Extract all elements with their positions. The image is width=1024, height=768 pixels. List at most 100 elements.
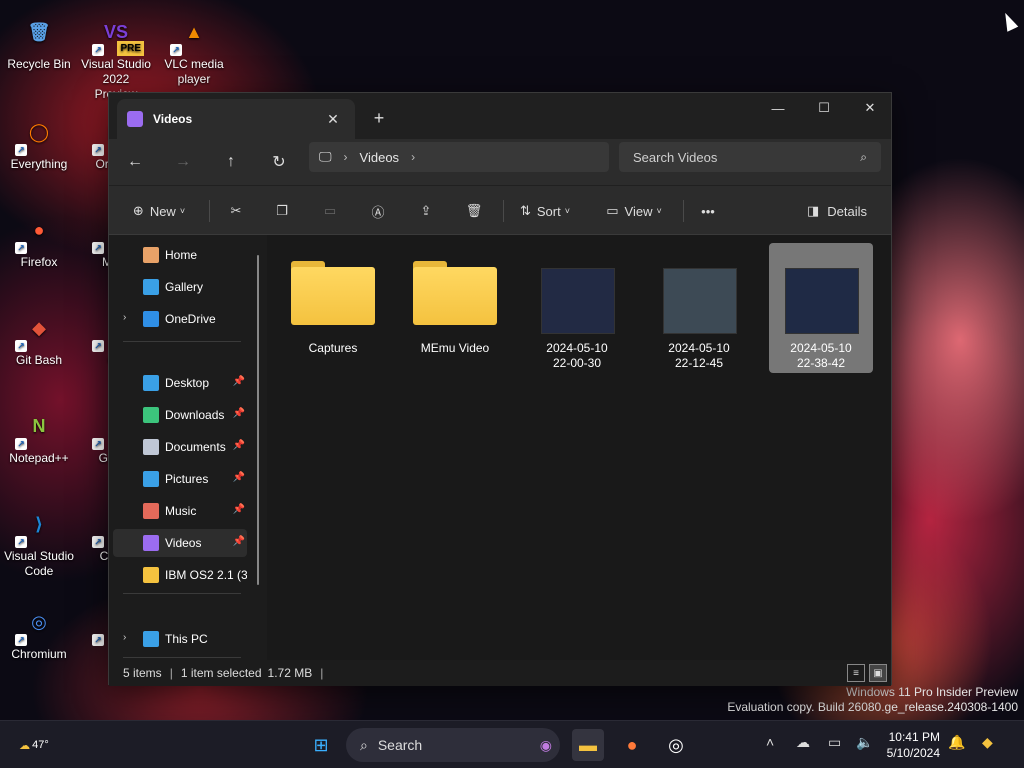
minimize-button[interactable]: — xyxy=(755,93,801,123)
nav-item-videos[interactable]: Videos 📌 xyxy=(113,529,247,557)
clock[interactable]: 10:41 PM 5/10/2024 xyxy=(880,729,940,761)
nav-item-onedrive[interactable]: › OneDrive xyxy=(113,305,247,333)
maximize-button[interactable]: ☐ xyxy=(801,93,847,123)
desktop-icon-firefox[interactable]: ● ↗ Firefox xyxy=(3,208,75,270)
refresh-button[interactable]: ↻ xyxy=(263,147,295,177)
desktop-icon-chromium[interactable]: ◎ ↗ Chromium xyxy=(3,600,75,662)
desktop-icon-label: Recycle Bin xyxy=(7,57,71,71)
everything-icon: ◯ ↗ xyxy=(15,110,61,156)
video-item[interactable]: 2024-05-10 22-00-30 xyxy=(525,243,629,373)
obs-taskbar-button[interactable]: ◎ xyxy=(660,729,692,761)
file-name: 2024-05-10 22-00-30 xyxy=(525,341,629,371)
copilot-icon[interactable]: ◆ xyxy=(982,734,993,751)
pin-icon[interactable]: 📌 xyxy=(233,504,245,515)
title-bar[interactable]: Videos ✕ + — ☐ ✕ xyxy=(109,93,891,139)
address-bar[interactable]: 🖵 › Videos › xyxy=(309,142,609,172)
rename-button[interactable]: Ⓐ xyxy=(363,196,393,226)
view-button[interactable]: ▭ View ˅ xyxy=(601,196,667,226)
nav-item-documents[interactable]: Documents 📌 xyxy=(113,433,247,461)
network-icon[interactable]: ▭ xyxy=(828,734,841,751)
firefox-taskbar-button[interactable]: ● xyxy=(616,729,648,761)
copy-button[interactable]: ❐ xyxy=(267,196,297,226)
share-button[interactable]: ⇪ xyxy=(411,196,441,226)
nav-item-pictures[interactable]: Pictures 📌 xyxy=(113,465,247,493)
notification-bell-icon[interactable]: 🔔 xyxy=(948,734,965,751)
desktop-icon-vlc-media-player[interactable]: ▲ ↗ VLC media player xyxy=(158,10,230,87)
forward-button[interactable]: → xyxy=(167,147,199,177)
file-name: Captures xyxy=(281,341,385,356)
breadcrumb-videos[interactable]: Videos xyxy=(360,150,400,165)
close-window-button[interactable]: ✕ xyxy=(847,93,893,123)
video-item[interactable]: 2024-05-10 22-12-45 xyxy=(647,243,751,373)
weather-temp: 47° xyxy=(32,739,49,751)
taskbar-search[interactable]: ⌕ Search ◉ xyxy=(346,728,560,762)
chevron-right-icon[interactable]: › xyxy=(411,150,415,164)
shortcut-arrow-icon: ↗ xyxy=(92,438,104,450)
file-name-line: MEmu Video xyxy=(420,341,490,355)
folder-icon xyxy=(143,567,159,583)
nav-item-label: Home xyxy=(165,248,198,262)
pin-icon[interactable]: 📌 xyxy=(233,472,245,483)
desktop-icon-recycle-bin[interactable]: 🗑 Recycle Bin xyxy=(3,10,75,72)
nav-item-downloads[interactable]: Downloads 📌 xyxy=(113,401,247,429)
selection-count: 1 item selected xyxy=(180,666,262,680)
folder-item[interactable]: Captures xyxy=(281,243,385,373)
nav-item-home[interactable]: Home xyxy=(113,241,247,269)
shortcut-arrow-icon: ↗ xyxy=(92,44,104,56)
nav-scrollbar[interactable] xyxy=(257,255,259,585)
details-button[interactable]: ◨ Details xyxy=(801,196,873,226)
large-icons-view-icon[interactable]: ▣ xyxy=(869,664,887,682)
start-button[interactable]: ⊞ xyxy=(305,729,337,761)
nav-item-desktop[interactable]: Desktop 📌 xyxy=(113,369,247,397)
chevron-right-icon[interactable]: › xyxy=(123,632,126,643)
new-label: New xyxy=(149,203,176,219)
back-button[interactable]: ← xyxy=(119,147,151,177)
shortcut-arrow-icon: ↗ xyxy=(92,634,104,646)
nav-item-ibm-os2[interactable]: IBM OS2 2.1 (3.5 xyxy=(113,561,247,589)
desktop-icon-visual-studio-2022-preview[interactable]: VSPRE↗Visual Studio 2022 Preview xyxy=(80,10,152,102)
view-label: View xyxy=(624,203,653,219)
arrow-right-icon: → xyxy=(175,153,191,170)
weather-widget[interactable]: ☁ 47° xyxy=(14,729,54,761)
close-tab-button[interactable]: ✕ xyxy=(321,107,345,131)
folder-item[interactable]: MEmu Video xyxy=(403,243,507,373)
sort-button[interactable]: ⇅ Sort ˅ xyxy=(513,196,577,226)
clock-date: 5/10/2024 xyxy=(886,746,940,760)
nav-item-music[interactable]: Music 📌 xyxy=(113,497,247,525)
more-options-button[interactable]: ••• xyxy=(693,196,723,226)
cut-button[interactable]: ✂ xyxy=(221,196,251,226)
pin-icon[interactable]: 📌 xyxy=(233,440,245,451)
firefox-icon: ● xyxy=(626,734,638,755)
onedrive-tray-icon[interactable]: ☁ xyxy=(796,734,810,751)
show-hidden-icons-button[interactable]: ˄ xyxy=(766,734,774,750)
video-item[interactable]: 2024-05-10 22-38-42 xyxy=(769,243,873,373)
pin-icon[interactable]: 📌 xyxy=(233,376,245,387)
paste-button[interactable]: ▭ xyxy=(315,196,345,226)
chevron-down-icon: ˅ xyxy=(656,206,662,216)
file-name: MEmu Video xyxy=(403,341,507,356)
desktop-icon-notepad-plus-plus[interactable]: N ↗ Notepad++ xyxy=(3,404,75,466)
video-thumbnail xyxy=(541,268,615,334)
search-box[interactable]: Search Videos ⌕ xyxy=(619,142,881,172)
tab-videos[interactable]: Videos ✕ xyxy=(117,99,355,139)
chevron-right-icon[interactable]: › xyxy=(123,312,126,323)
volume-icon[interactable]: 🔈 xyxy=(856,734,873,751)
file-explorer-taskbar-button[interactable]: ▬ xyxy=(572,729,604,761)
taskbar: ☁ 47° ⊞ ⌕ Search ◉ ▬ ● ◎ ˄ ☁ ▭ 🔈 10:41 P… xyxy=(0,720,1024,768)
delete-button[interactable]: 🗑 xyxy=(459,196,489,226)
desktop-icon-visual-studio-code[interactable]: ⟩ ↗ Visual Studio Code xyxy=(3,502,75,579)
nav-item-this-pc[interactable]: › This PC xyxy=(113,625,247,653)
up-button[interactable]: ↑ xyxy=(215,147,247,177)
pin-icon[interactable]: 📌 xyxy=(233,408,245,419)
home-icon xyxy=(143,247,159,263)
trash-icon: 🗑 xyxy=(465,203,483,218)
details-view-icon[interactable]: ≡ xyxy=(847,664,865,682)
new-button[interactable]: ⊕ New ˅ xyxy=(127,196,191,226)
nav-item-label: IBM OS2 2.1 (3.5 xyxy=(165,568,247,582)
desktop-icon-everything[interactable]: ◯ ↗ Everything xyxy=(3,110,75,172)
desktop-icon-git-bash[interactable]: ◆ ↗ Git Bash xyxy=(3,306,75,368)
nav-item-gallery[interactable]: Gallery xyxy=(113,273,247,301)
new-tab-button[interactable]: + xyxy=(365,105,393,131)
chevron-right-icon: › xyxy=(343,150,348,164)
pin-icon[interactable]: 📌 xyxy=(233,536,245,547)
